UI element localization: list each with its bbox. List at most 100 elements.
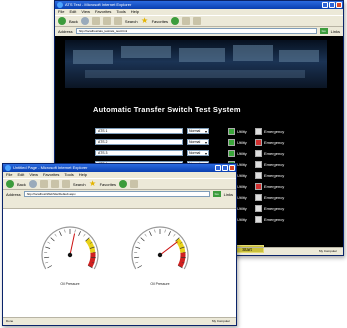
menu-file[interactable]: File [6,172,12,178]
minimize-button[interactable] [215,165,221,171]
ats-name-field[interactable]: ATS 2 [95,139,183,145]
emergency-indicator-icon [255,128,262,135]
oil-pressure-gauge-right [131,226,189,270]
emergency-label: Emergency [264,217,285,222]
menu-favorites[interactable]: Favorites [43,172,59,178]
search-button[interactable]: Search [125,19,138,24]
address-bar: Address http://localhost/ats_test/ats_te… [55,27,343,35]
back-label: Back [69,18,78,24]
favorites-button[interactable]: Favorites [100,182,116,187]
gauge-tick [59,231,62,236]
ats-name-field[interactable]: ATS 1 [95,128,183,134]
favorites-star-icon[interactable]: ★ [141,17,149,25]
forward-button[interactable] [28,180,37,188]
utility-label: Utility [237,206,247,211]
window-title: ATS Test - Microsoft Internet Explorer [65,2,132,7]
gauge-tick [50,237,55,242]
mail-icon[interactable] [193,17,202,25]
gauge-tick [47,265,52,269]
gauge-tick [168,231,171,236]
gauge-hub [157,252,163,258]
emergency-indicator-icon [255,194,262,201]
refresh-icon[interactable] [50,180,59,188]
ats-mode-select[interactable]: Normal [187,150,209,156]
utility-label: Utility [237,129,247,134]
mail-icon[interactable] [130,180,139,188]
utility-label: Utility [237,140,247,145]
menu-tools[interactable]: Tools [116,9,125,15]
address-label: Address [6,191,21,197]
emergency-indicator-icon [255,205,262,212]
home-icon[interactable] [61,180,70,188]
minimize-button[interactable] [322,2,328,8]
gauge-tick [83,233,86,237]
menu-help[interactable]: Help [79,172,87,178]
back-button[interactable] [58,17,66,25]
search-button[interactable]: Search [73,182,86,187]
gauge-tick [140,237,145,242]
gauge-tick [135,246,141,249]
gauge-tick [144,233,147,237]
menu-view[interactable]: View [29,172,38,178]
links-button[interactable]: Links [224,192,233,197]
menu-edit[interactable]: Edit [69,9,76,15]
home-icon[interactable] [113,17,122,25]
forward-button[interactable] [80,17,89,25]
gauge-tick [137,241,141,244]
back-button[interactable] [6,180,14,188]
stop-icon[interactable] [91,17,100,25]
favorites-button[interactable]: Favorites [152,19,168,24]
gauge-label-right: Oil Pressure [150,282,170,286]
toolbar: Back Search ★ Favorites [55,15,343,27]
favorites-star-icon[interactable]: ★ [89,180,97,188]
control-room-banner-image [65,40,327,88]
status-bar: Done My Computer [3,317,236,325]
address-input[interactable]: http://localhost/WebSite/Default.aspx [23,191,210,197]
go-button[interactable]: Go [212,191,221,197]
gauge-warning-zone [175,237,186,254]
gauge-tick [78,231,81,236]
menu-favorites[interactable]: Favorites [95,9,111,15]
maximize-button[interactable] [222,165,228,171]
page-content: Oil Pressure Oil Pressure [3,208,236,317]
address-input[interactable]: http://localhost/ats_test/ats_test.html [75,28,317,34]
security-zone: My Computer [211,319,230,323]
front-browser-window: Untitled Page - Microsoft Internet Explo… [2,163,237,326]
ats-mode-select[interactable]: Normal [187,128,209,134]
title-bar: ATS Test - Microsoft Internet Explorer [55,1,343,9]
menu-help[interactable]: Help [131,9,139,15]
menu-file[interactable]: File [58,9,64,15]
ats-name-field[interactable]: ATS 3 [95,150,183,156]
ats-row: ATS 3 Normal Utility Emergency [95,150,335,158]
refresh-icon[interactable] [102,17,111,25]
menu-tools[interactable]: Tools [64,172,73,178]
utility-indicator-icon [228,128,235,135]
emergency-indicator-icon [255,183,262,190]
ats-mode-select[interactable]: Normal [187,139,209,145]
menu-edit[interactable]: Edit [17,172,24,178]
stop-icon[interactable] [39,180,48,188]
gauge-tick [44,256,50,259]
title-bar: Untitled Page - Microsoft Internet Explo… [3,164,236,172]
page-title: Automatic Transfer Switch Test System [93,105,241,114]
history-icon[interactable] [182,17,191,25]
address-label: Address [58,28,73,34]
media-icon[interactable] [171,17,180,25]
toolbar: Back Search ★ Favorites [3,178,236,190]
close-button[interactable] [336,2,342,8]
close-button[interactable] [229,165,235,171]
utility-label: Utility [237,151,247,156]
status-text: Done [6,319,14,323]
go-button[interactable]: Go [319,28,328,34]
gauge-tick [74,229,76,233]
maximize-button[interactable] [329,2,335,8]
links-button[interactable]: Links [331,29,340,34]
emergency-label: Emergency [264,195,285,200]
gauge-danger-zone [177,252,186,268]
ats-row: ATS 2 Normal Utility Emergency [95,139,335,147]
gauge-tick [154,229,156,233]
gauge-needle [69,233,76,256]
media-icon[interactable] [119,180,128,188]
emergency-label: Emergency [264,206,285,211]
menu-view[interactable]: View [81,9,90,15]
